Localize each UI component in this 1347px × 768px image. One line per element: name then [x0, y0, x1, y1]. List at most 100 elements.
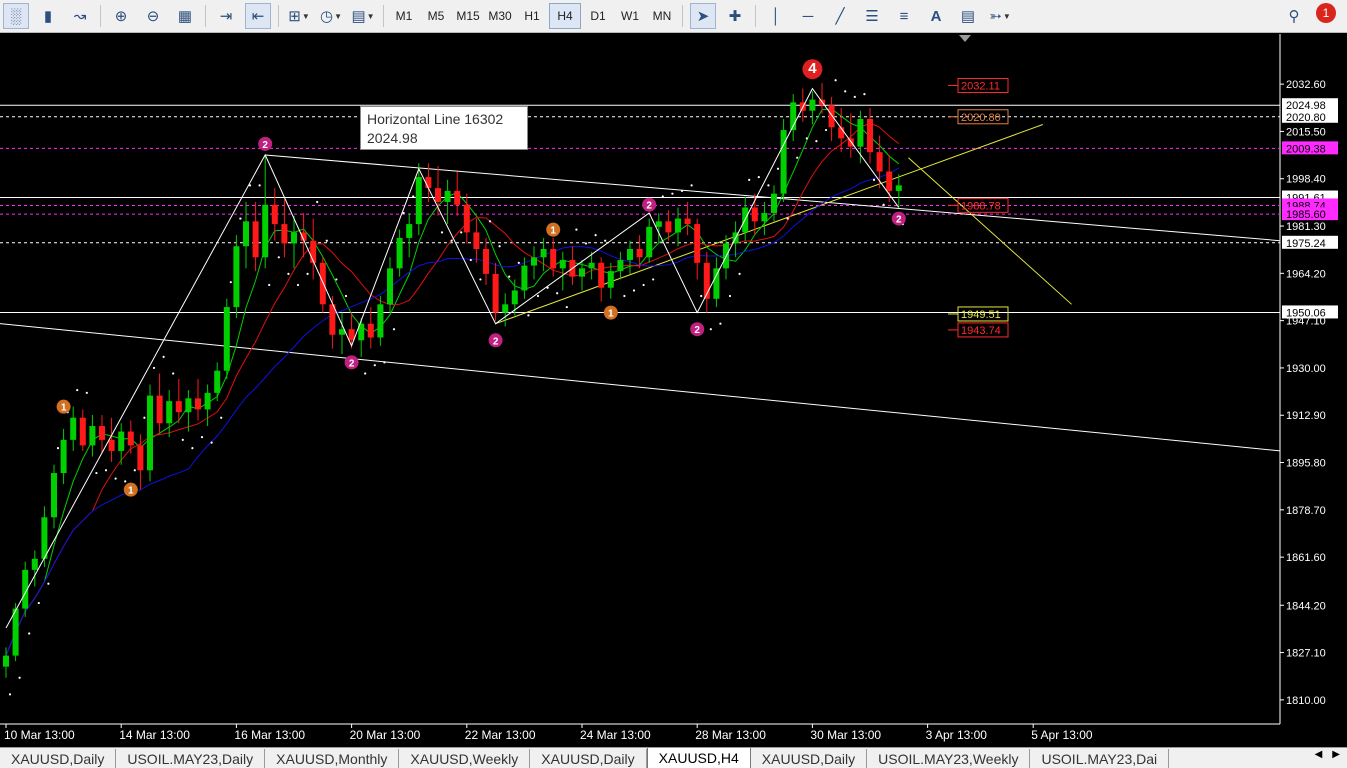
candle-body[interactable] [598, 262, 605, 288]
crosshair-icon[interactable]: ✚ [722, 3, 748, 29]
candle-body[interactable] [550, 248, 557, 269]
trendline-icon[interactable]: ╱ [827, 3, 853, 29]
candle-body[interactable] [396, 237, 403, 269]
candle-body[interactable] [444, 190, 451, 202]
equidistant-channel-icon[interactable]: ☰ [859, 3, 885, 29]
candle-body[interactable] [195, 398, 201, 410]
candle-body[interactable] [857, 118, 864, 147]
candle-body[interactable] [646, 226, 653, 258]
candle-body[interactable] [12, 608, 19, 656]
chart-tab[interactable]: XAUUSD,Daily [751, 749, 868, 768]
candle-body[interactable] [463, 204, 470, 233]
candle-body[interactable] [435, 188, 441, 202]
chart-tab[interactable]: XAUUSD,Monthly [265, 749, 400, 768]
candle-body[interactable] [204, 392, 211, 410]
candle-body[interactable] [377, 304, 384, 338]
tile-windows-icon[interactable]: ▦ [172, 3, 198, 29]
chart-tab[interactable]: USOIL.MAY23,Weekly [867, 749, 1031, 768]
candle-body[interactable] [79, 417, 86, 446]
candle-body[interactable] [415, 177, 422, 225]
chart-tab[interactable]: XAUUSD,Daily [0, 749, 117, 768]
candle-body[interactable] [118, 431, 125, 451]
candle-body[interactable] [492, 273, 499, 313]
vertical-line-icon[interactable]: │ [763, 3, 789, 29]
candle-body[interactable] [108, 439, 115, 451]
candle-body[interactable] [127, 431, 134, 446]
candle-body[interactable] [627, 248, 633, 261]
timeframe-m15[interactable]: M15 [453, 4, 483, 28]
chart-tab[interactable]: XAUUSD,H4 [646, 748, 751, 768]
candle-body[interactable] [89, 426, 96, 446]
candle-body[interactable] [895, 185, 902, 191]
candle-body[interactable] [137, 445, 144, 471]
timeframe-h4[interactable]: H4 [549, 3, 581, 29]
candle-body[interactable] [502, 304, 509, 313]
candle-body[interactable] [559, 260, 566, 269]
yellow-projection-line[interactable] [908, 157, 1072, 305]
zoom-in-icon[interactable]: ⊕ [108, 3, 134, 29]
tab-prev-icon[interactable]: ◀ [1310, 749, 1328, 760]
candle-body[interactable] [579, 268, 585, 277]
candle-body[interactable] [31, 558, 38, 570]
candle-body[interactable] [60, 439, 67, 474]
candle-body[interactable] [684, 218, 691, 225]
candle-body[interactable] [867, 118, 873, 153]
candle-body[interactable] [425, 177, 432, 189]
templates-icon[interactable]: ▤ ▼ [350, 3, 376, 29]
candlestick-icon[interactable]: ▮ [35, 3, 61, 29]
candle-body[interactable] [636, 248, 643, 258]
candle-body[interactable] [876, 152, 883, 172]
candle-body[interactable] [175, 401, 182, 413]
zoom-out-icon[interactable]: ⊖ [140, 3, 166, 29]
candle-body[interactable] [521, 265, 528, 291]
timeframe-m30[interactable]: M30 [485, 4, 515, 28]
tab-next-icon[interactable]: ▶ [1327, 749, 1345, 760]
candle-body[interactable] [406, 224, 413, 238]
candle-body[interactable] [665, 221, 672, 233]
auto-scroll-icon[interactable]: ⇥ [213, 3, 239, 29]
candle-body[interactable] [281, 224, 288, 244]
candle-body[interactable] [847, 138, 854, 147]
candle-body[interactable] [761, 213, 768, 222]
candle-body[interactable] [166, 401, 173, 424]
timeframe-m1[interactable]: M1 [389, 4, 419, 28]
arrows-icon[interactable]: ➳ ▼ [987, 3, 1013, 29]
cursor-icon[interactable]: ➤ [690, 3, 716, 29]
candle-body[interactable] [454, 190, 461, 205]
timeframe-mn[interactable]: MN [647, 4, 677, 28]
zigzag-line[interactable] [5, 87, 900, 629]
candle-body[interactable] [473, 232, 480, 249]
chart-shift-marker[interactable] [959, 35, 971, 42]
text-label-icon[interactable]: ▤ [955, 3, 981, 29]
line-chart-icon[interactable]: ↝ [67, 3, 93, 29]
timeframe-w1[interactable]: W1 [615, 4, 645, 28]
chart-tab[interactable]: USOIL.MAY23,Daily [116, 749, 266, 768]
text-icon[interactable]: A [923, 3, 949, 29]
chart-tab[interactable]: USOIL.MAY23,Dai [1030, 749, 1170, 768]
chart-tab[interactable]: XAUUSD,Daily [530, 749, 647, 768]
notification-badge[interactable]: 1 [1316, 3, 1336, 23]
channel-lower-line[interactable] [0, 323, 1281, 452]
fibonacci-icon[interactable]: ≡ [891, 3, 917, 29]
chart-canvas[interactable]: 2 2 2 2 2 2 1 1 1 1 4 2032.11 2020.80 1988.78 1949.51 1… [0, 34, 1347, 746]
candle-body[interactable] [387, 268, 393, 305]
candle-body[interactable] [271, 204, 278, 225]
horizontal-line-icon[interactable]: ─ [795, 3, 821, 29]
candle-body[interactable] [367, 323, 374, 338]
candle-body[interactable] [156, 395, 163, 424]
candle-body[interactable] [588, 262, 595, 269]
candle-body[interactable] [3, 655, 9, 667]
candle-body[interactable] [310, 240, 317, 263]
candle-body[interactable] [223, 307, 230, 371]
candle-body[interactable] [41, 517, 48, 559]
bar-chart-icon[interactable]: ░ [3, 3, 29, 29]
candle-body[interactable] [348, 329, 355, 341]
candle-body[interactable] [252, 221, 259, 258]
indicators-icon[interactable]: ⊞ ▼ [286, 3, 312, 29]
candle-body[interactable] [233, 246, 240, 308]
candle-body[interactable] [214, 370, 221, 393]
candle-body[interactable] [607, 271, 614, 288]
candle-body[interactable] [675, 218, 681, 233]
chart-tab[interactable]: XAUUSD,Weekly [399, 749, 531, 768]
candle-body[interactable] [828, 105, 835, 128]
